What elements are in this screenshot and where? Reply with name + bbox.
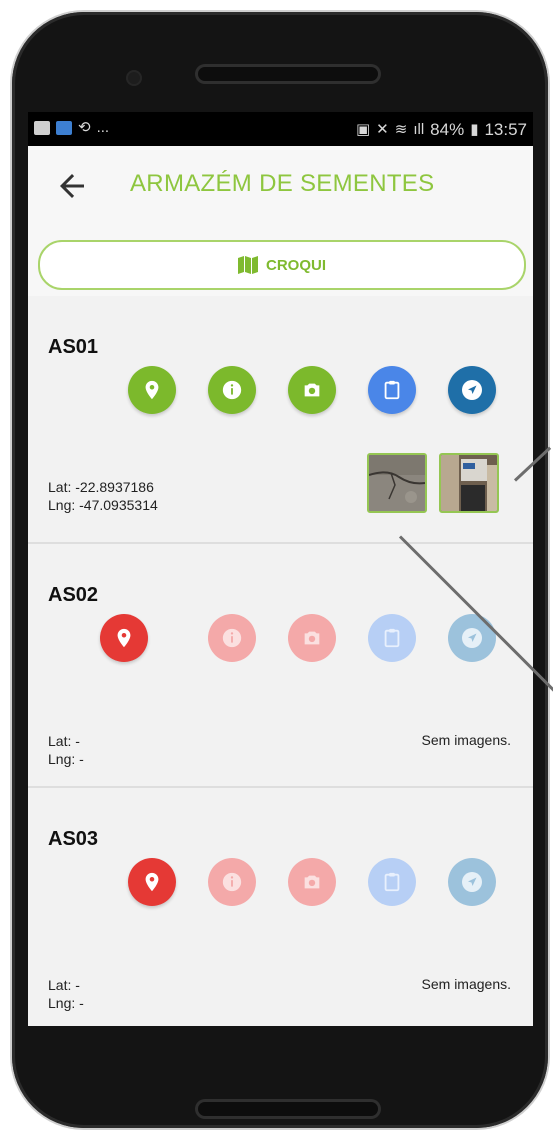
croqui-button[interactable]: CROQUI [38, 240, 526, 290]
point-id: AS01 [48, 336, 99, 358]
battery-percent: 84% [430, 120, 465, 139]
point-id: AS02 [48, 584, 99, 606]
map-pin-icon [145, 380, 159, 400]
photo-thumbnail[interactable] [367, 453, 427, 513]
camera-icon [304, 383, 320, 397]
location-button[interactable] [100, 614, 148, 662]
clipboard-button[interactable] [368, 366, 416, 414]
status-bar: ⟲ ... ▣ ✕ ≋ ıll 84% ▮ 13:57 [28, 112, 533, 146]
camera-button [288, 858, 336, 906]
navigation-arrow-icon [462, 380, 482, 400]
page-title: ARMAZÉM DE SEMENTES [130, 170, 435, 197]
back-button[interactable] [54, 168, 90, 204]
croqui-section: CROQUI [28, 226, 533, 296]
sync-icon: ⟲ [78, 119, 91, 136]
app-icon [56, 121, 72, 135]
image-icon [34, 121, 50, 135]
location-button[interactable] [128, 366, 176, 414]
clipboard-icon [384, 628, 400, 648]
location-button[interactable] [128, 858, 176, 906]
wifi-icon: ≋ [394, 121, 408, 138]
list-item: AS03 Lat: - Lng: - Sem imagens. [28, 786, 533, 1026]
info-icon [222, 380, 242, 400]
info-button [208, 858, 256, 906]
photo-thumbnail[interactable] [439, 453, 499, 513]
info-button [208, 614, 256, 662]
battery-icon: ▮ [470, 121, 479, 138]
latitude-text: Lat: - [48, 977, 80, 993]
coordinates: Lat: -22.8937186 Lng: -47.0935314 [48, 478, 158, 514]
camera-button [288, 614, 336, 662]
navigate-button [448, 614, 496, 662]
map-icon [238, 256, 258, 274]
longitude-text: Lng: - [48, 751, 84, 767]
clipboard-button [368, 858, 416, 906]
clipboard-icon [384, 872, 400, 892]
camera-button[interactable] [288, 366, 336, 414]
latitude-text: Lat: - [48, 733, 80, 749]
coordinates: Lat: - Lng: - [48, 732, 84, 768]
camera-icon [304, 631, 320, 645]
longitude-text: Lng: -47.0935314 [48, 497, 158, 513]
app-screen: ⟲ ... ▣ ✕ ≋ ıll 84% ▮ 13:57 ARMAZÉM DE S… [28, 112, 533, 1026]
lock-icon: ▣ [355, 121, 371, 138]
info-button[interactable] [208, 366, 256, 414]
list-item: AS01 Lat: -22.8937186 Lng: -47.0935314 [28, 296, 533, 540]
point-id: AS03 [48, 828, 99, 850]
arrow-left-icon [60, 174, 84, 198]
croqui-label: CROQUI [266, 256, 326, 274]
navigate-button [448, 858, 496, 906]
mute-icon: ✕ [376, 121, 389, 138]
earpiece-speaker [198, 67, 378, 81]
signal-icon: ıll [413, 121, 425, 138]
camera-icon [304, 875, 320, 889]
home-button[interactable] [198, 1102, 378, 1116]
navigation-arrow-icon [462, 628, 482, 648]
list-item: AS02 Lat: - Lng: - Sem imagens. [28, 542, 533, 788]
photo-crack-image [369, 455, 425, 511]
navigation-arrow-icon [462, 872, 482, 892]
clipboard-button [368, 614, 416, 662]
navigate-button[interactable] [448, 366, 496, 414]
info-icon [222, 628, 242, 648]
app-bar: ARMAZÉM DE SEMENTES [28, 146, 533, 226]
no-images-text: Sem imagens. [421, 732, 511, 748]
info-icon [222, 872, 242, 892]
clipboard-icon [384, 380, 400, 400]
longitude-text: Lng: - [48, 995, 84, 1011]
no-images-text: Sem imagens. [421, 976, 511, 992]
latitude-text: Lat: -22.8937186 [48, 479, 154, 495]
map-pin-icon [145, 872, 159, 892]
map-pin-icon [117, 628, 131, 648]
front-camera [126, 70, 142, 86]
clock-time: 13:57 [484, 120, 527, 139]
status-ellipsis: ... [96, 119, 110, 136]
coordinates: Lat: - Lng: - [48, 976, 84, 1012]
photo-equipment-image [441, 455, 497, 511]
